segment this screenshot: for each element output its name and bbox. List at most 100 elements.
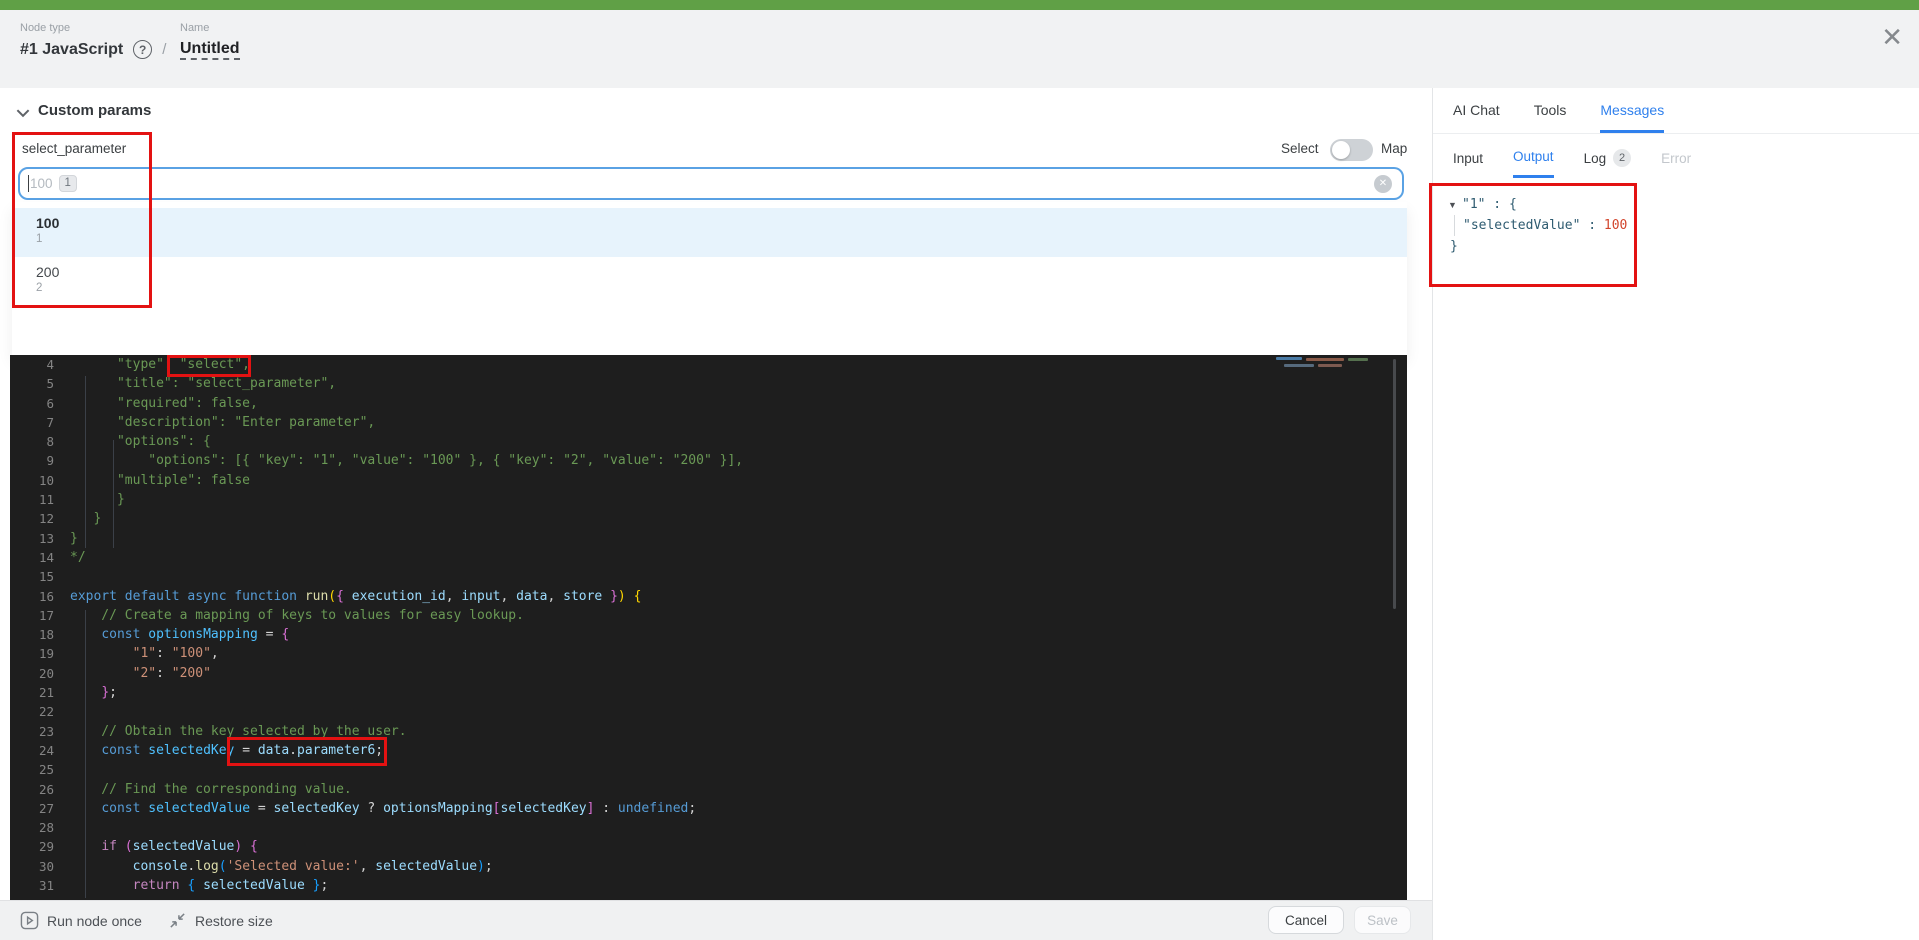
- code-content: "options": [{ "key": "1", "value": "100"…: [70, 453, 744, 469]
- log-count-badge: 2: [1613, 149, 1632, 167]
- toggle-label-map: Map: [1381, 141, 1408, 156]
- code-line-15[interactable]: 15: [10, 567, 1407, 586]
- subtab-input[interactable]: Input: [1453, 148, 1483, 178]
- json-number-value: 100: [1603, 218, 1628, 233]
- line-number: 5: [46, 376, 54, 392]
- code-line-23[interactable]: 23 // Obtain the key selected by the use…: [10, 722, 1407, 741]
- select-parameter-input[interactable]: 100 1 ✕: [18, 167, 1404, 200]
- section-title-custom-params[interactable]: Custom params: [38, 102, 151, 119]
- node-name-field[interactable]: Untitled: [180, 40, 240, 60]
- line-number: 13: [38, 530, 54, 546]
- line-number: 7: [46, 414, 54, 430]
- line-number: 17: [38, 607, 54, 623]
- tab-ai-chat[interactable]: AI Chat: [1453, 102, 1500, 133]
- play-icon: [20, 911, 39, 930]
- code-content: return { selectedValue };: [132, 878, 329, 894]
- text-caret: [28, 175, 29, 192]
- code-content: if (selectedValue) {: [101, 839, 258, 855]
- param-field-label: select_parameter: [22, 141, 127, 156]
- json-property-row: "selectedValue" : 100: [1463, 218, 1628, 233]
- save-button[interactable]: Save: [1354, 906, 1411, 934]
- top-accent-bar: [0, 0, 1919, 10]
- code-line-13[interactable]: 13}: [10, 529, 1407, 548]
- code-editor[interactable]: 4 "type": "select", 5 "title": "select_pa…: [10, 355, 1407, 900]
- line-number: 30: [38, 858, 54, 874]
- line-number: 27: [38, 800, 54, 816]
- code-content: // Create a mapping of keys to values fo…: [70, 607, 524, 623]
- input-key-chip: 1: [58, 175, 77, 192]
- code-line-24[interactable]: 24 const selectedKey = data.parameter6;: [10, 741, 1407, 760]
- restore-size-button[interactable]: Restore size: [168, 911, 273, 930]
- option-value: 100: [36, 215, 60, 231]
- code-line-16[interactable]: 16 export default async function run({ ex…: [10, 587, 1407, 606]
- code-content: }: [70, 511, 102, 527]
- line-number: 16: [38, 588, 54, 604]
- code-line-9[interactable]: 9 "options": [{ "key": "1", "value": "10…: [10, 451, 1407, 470]
- line-number: 28: [38, 820, 54, 836]
- line-number: 15: [38, 569, 54, 585]
- cancel-button[interactable]: Cancel: [1268, 906, 1344, 934]
- code-content: "description": "Enter parameter",: [70, 414, 376, 430]
- dropdown-option-200[interactable]: 200 2: [12, 257, 1407, 306]
- code-line-4[interactable]: 4 "type": "select",: [10, 355, 1407, 374]
- node-type-label: Node type: [20, 22, 71, 34]
- code-line-29[interactable]: 29 if (selectedValue) {: [10, 837, 1407, 856]
- code-line-17[interactable]: 17 // Create a mapping of keys to values…: [10, 606, 1407, 625]
- code-line-21[interactable]: 21 };: [10, 683, 1407, 702]
- restore-size-icon: [170, 913, 185, 928]
- code-line-27[interactable]: 27 const selectedValue = selectedKey ? o…: [10, 799, 1407, 818]
- name-label: Name: [180, 22, 210, 34]
- code-line-22[interactable]: 22: [10, 702, 1407, 721]
- code-line-11[interactable]: 11 }: [10, 490, 1407, 509]
- code-line-26[interactable]: 26 // Find the corresponding value.: [10, 780, 1407, 799]
- json-object-open[interactable]: ▼ "1" : {: [1448, 194, 1627, 215]
- code-line-8[interactable]: 8 "options": {: [10, 432, 1407, 451]
- subtab-output[interactable]: Output: [1513, 148, 1554, 178]
- subtab-error[interactable]: Error: [1661, 148, 1691, 178]
- subtab-log[interactable]: Log 2: [1584, 148, 1632, 178]
- option-value: 200: [36, 264, 60, 280]
- help-icon[interactable]: ?: [133, 40, 153, 59]
- code-line-6[interactable]: 6 "required": false,: [10, 394, 1407, 413]
- footer-bar: Run node once Restore size: [0, 900, 1432, 940]
- select-map-toggle[interactable]: [1330, 139, 1373, 161]
- close-icon[interactable]: ✕: [1881, 24, 1903, 50]
- tab-tools[interactable]: Tools: [1534, 102, 1567, 133]
- line-number: 11: [38, 492, 54, 508]
- code-content: }: [70, 492, 125, 508]
- json-object-close: }: [1450, 239, 1458, 254]
- code-content: */: [70, 549, 86, 565]
- code-content: export default async function run({ exec…: [70, 588, 642, 604]
- run-node-once-button[interactable]: Run node once: [20, 911, 142, 930]
- code-line-5[interactable]: 5 "title": "select_parameter",: [10, 374, 1407, 393]
- code-line-25[interactable]: 25: [10, 760, 1407, 779]
- code-content: };: [101, 685, 117, 701]
- code-line-28[interactable]: 28: [10, 818, 1407, 837]
- code-content: "multiple": false: [70, 472, 251, 488]
- code-line-14[interactable]: 14 */: [10, 548, 1407, 567]
- input-ghost-value: 100: [30, 176, 53, 191]
- code-line-30[interactable]: 30 console.log('Selected value:', select…: [10, 857, 1407, 876]
- code-line-10[interactable]: 10 "multiple": false: [10, 471, 1407, 490]
- line-number: 6: [46, 395, 54, 411]
- code-line-7[interactable]: 7 "description": "Enter parameter",: [10, 413, 1407, 432]
- output-json-view: ▼ "1" : { "selectedValue" : 100 }: [1448, 194, 1627, 257]
- code-line-20[interactable]: 20 "2": "200": [10, 664, 1407, 683]
- modal-header: Node type #1 JavaScript ? / Name Untitle…: [0, 10, 1919, 88]
- code-line-12[interactable]: 12 }: [10, 509, 1407, 528]
- collapse-arrow-icon[interactable]: ▼: [1448, 195, 1462, 216]
- line-number: 8: [46, 434, 54, 450]
- code-line-19[interactable]: 19 "1": "100",: [10, 644, 1407, 663]
- line-number: 12: [38, 511, 54, 527]
- code-content: // Find the corresponding value.: [70, 781, 352, 797]
- node-editor-modal: Node type #1 JavaScript ? / Name Untitle…: [0, 0, 1919, 940]
- dropdown-option-100[interactable]: 100 1: [12, 208, 1407, 257]
- code-line-18[interactable]: 18 const optionsMapping = {: [10, 625, 1407, 644]
- clear-input-icon[interactable]: ✕: [1374, 174, 1392, 193]
- chevron-down-icon[interactable]: [14, 104, 32, 122]
- tab-messages[interactable]: Messages: [1600, 102, 1665, 133]
- line-number: 29: [38, 839, 54, 855]
- line-number: 26: [38, 781, 54, 797]
- code-line-31[interactable]: 31 return { selectedValue };: [10, 876, 1407, 895]
- restore-size-label: Restore size: [194, 912, 273, 929]
